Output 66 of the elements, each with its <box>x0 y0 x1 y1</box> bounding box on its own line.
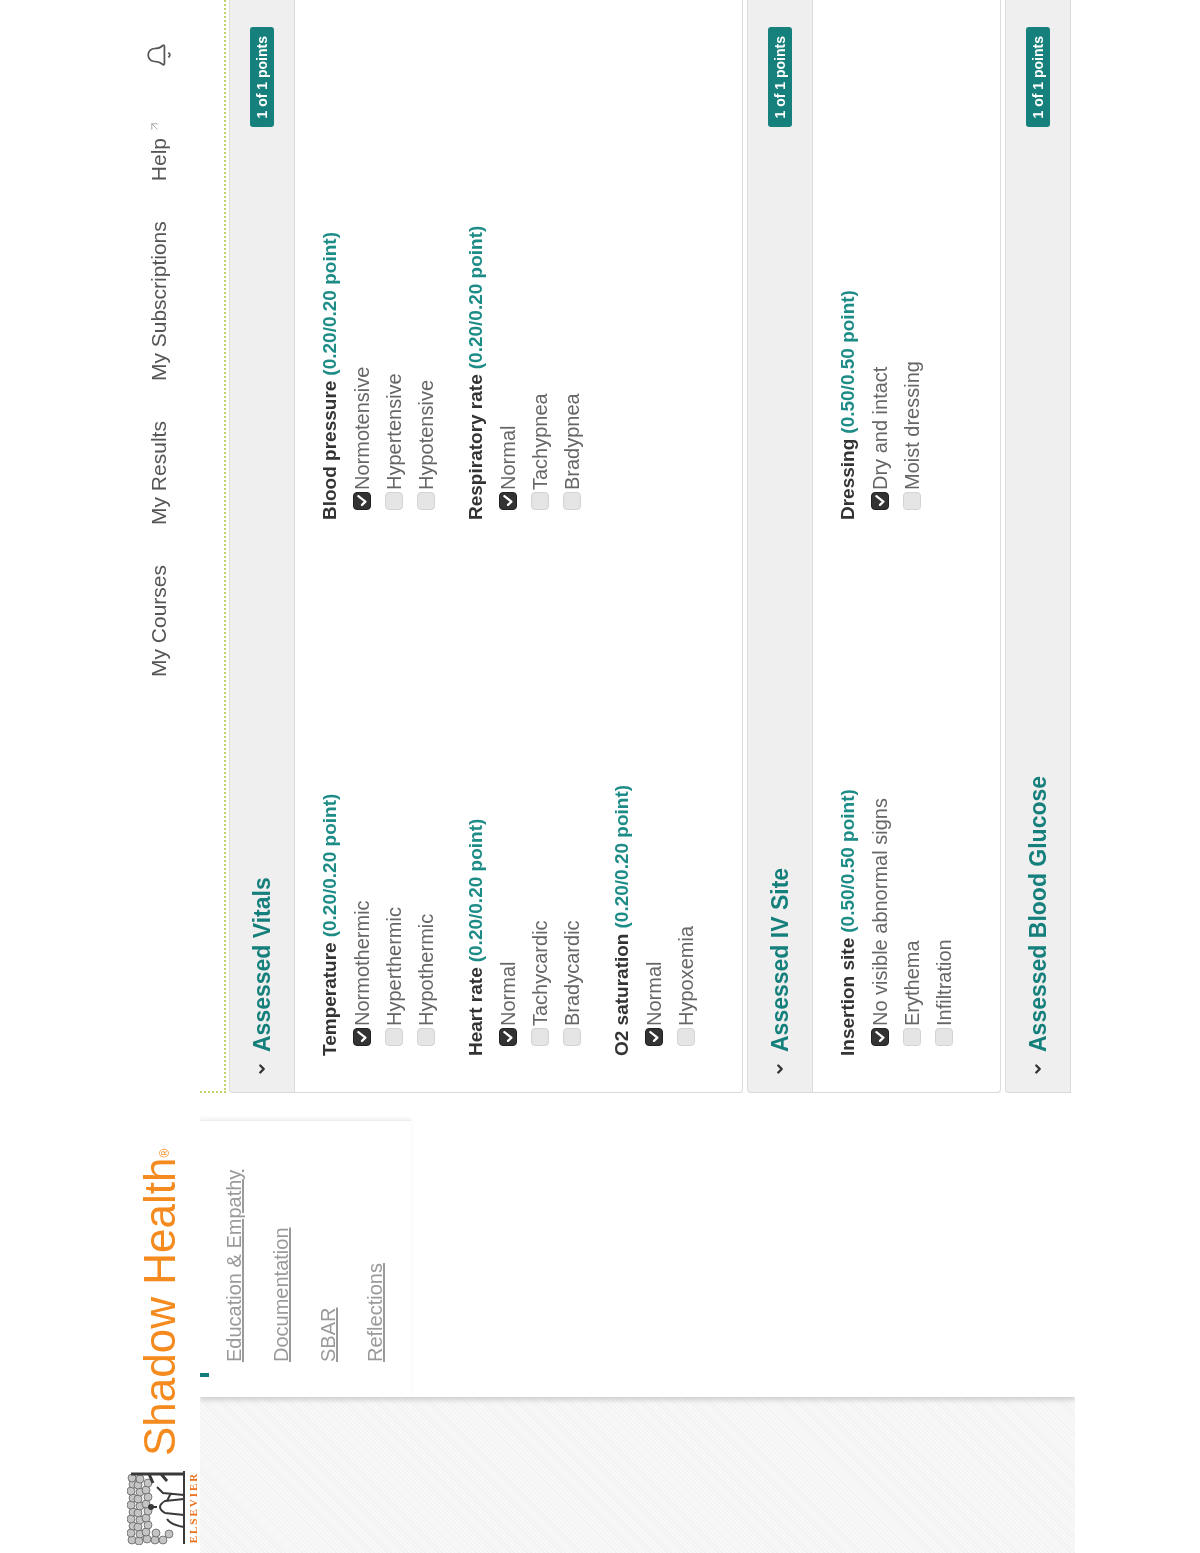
question-label: Temperature <box>317 942 341 1056</box>
option-label: Tachycardic <box>528 920 552 1026</box>
checkbox[interactable] <box>353 1028 371 1046</box>
option-label: Normothermic <box>350 900 374 1026</box>
sidebar-link[interactable]: SBAR <box>316 1307 341 1362</box>
check-icon <box>875 495 885 507</box>
publisher-wordmark: ELSEVIER <box>187 1471 200 1544</box>
question-label: Blood pressure <box>317 380 341 520</box>
nav-link[interactable]: Help <box>146 120 172 182</box>
question-score: (0.20/0.20 point) <box>463 225 487 370</box>
question-label: Heart rate <box>463 967 487 1056</box>
checkbox[interactable] <box>645 1028 663 1046</box>
option-label: Hyperthermic <box>382 907 406 1026</box>
tree-icon <box>127 1470 185 1545</box>
option-label: Infiltration <box>932 939 956 1026</box>
nav-link[interactable]: My Subscriptions <box>146 221 172 382</box>
check-icon <box>357 1031 367 1043</box>
score-badge: 1 of 1 points <box>1026 27 1050 128</box>
option-label: Dry and intact <box>868 366 892 490</box>
checkbox[interactable] <box>499 492 517 510</box>
question-label: Dressing <box>835 438 859 520</box>
check-icon <box>649 1031 659 1043</box>
question-score: (0.50/0.50 point) <box>835 290 859 434</box>
option-label: Bradypnea <box>560 393 584 490</box>
external-link-icon <box>148 120 161 133</box>
sidebar-link[interactable]: Documentation <box>269 1227 294 1362</box>
section-toggle[interactable]: Assessed Vitals <box>244 877 280 1076</box>
question-label: Respiratory rate <box>463 374 487 520</box>
option-label: Hypotensive <box>414 379 438 490</box>
checkbox[interactable] <box>871 1028 889 1046</box>
question-score: (0.50/0.50 point) <box>835 789 859 933</box>
checkbox[interactable] <box>499 1028 517 1046</box>
option-label: No visible abnormal signs <box>868 798 892 1026</box>
option-label: Hypothermic <box>414 913 438 1026</box>
option-label: Normal <box>496 961 520 1026</box>
score-badge: 1 of 1 points <box>250 27 274 128</box>
question-score: (0.20/0.20 point) <box>609 784 633 929</box>
option-label: Hypertensive <box>382 373 406 490</box>
check-icon <box>503 1031 513 1043</box>
option-label: Normotensive <box>350 366 374 490</box>
bell-icon[interactable] <box>146 42 172 68</box>
checkbox[interactable] <box>353 492 371 510</box>
nav-link[interactable]: My Courses <box>146 564 172 677</box>
check-icon <box>503 495 513 507</box>
sidebar-link[interactable]: Education & Empathy <box>222 1169 247 1362</box>
nav-link[interactable]: My Results <box>146 421 172 525</box>
question-score: (0.20/0.20 point) <box>317 232 341 376</box>
option-label: Moist dressing <box>900 361 924 490</box>
checkbox[interactable] <box>871 492 889 510</box>
sidebar-link[interactable]: Reflections <box>363 1263 388 1362</box>
question-label: Insertion site <box>835 937 859 1056</box>
check-icon <box>357 495 367 507</box>
question-score: (0.20/0.20 point) <box>463 818 487 963</box>
option-label: Normal <box>496 425 520 490</box>
indicator-mark <box>200 1373 209 1377</box>
section-toggle[interactable]: Assessed IV Site <box>762 867 798 1076</box>
option-label: Hypoxemia <box>674 925 698 1026</box>
question-score: (0.20/0.20 point) <box>317 793 341 938</box>
section-toggle[interactable]: Assessed Blood Glucose <box>1020 775 1056 1076</box>
option-label: Erythema <box>900 940 924 1026</box>
score-badge: 1 of 1 points <box>768 27 792 128</box>
option-label: Normal <box>642 961 666 1026</box>
option-label: Bradycardic <box>560 920 584 1026</box>
question-label: O2 saturation <box>609 933 633 1056</box>
check-icon <box>875 1031 885 1043</box>
option-label: Tachypnea <box>528 393 552 490</box>
